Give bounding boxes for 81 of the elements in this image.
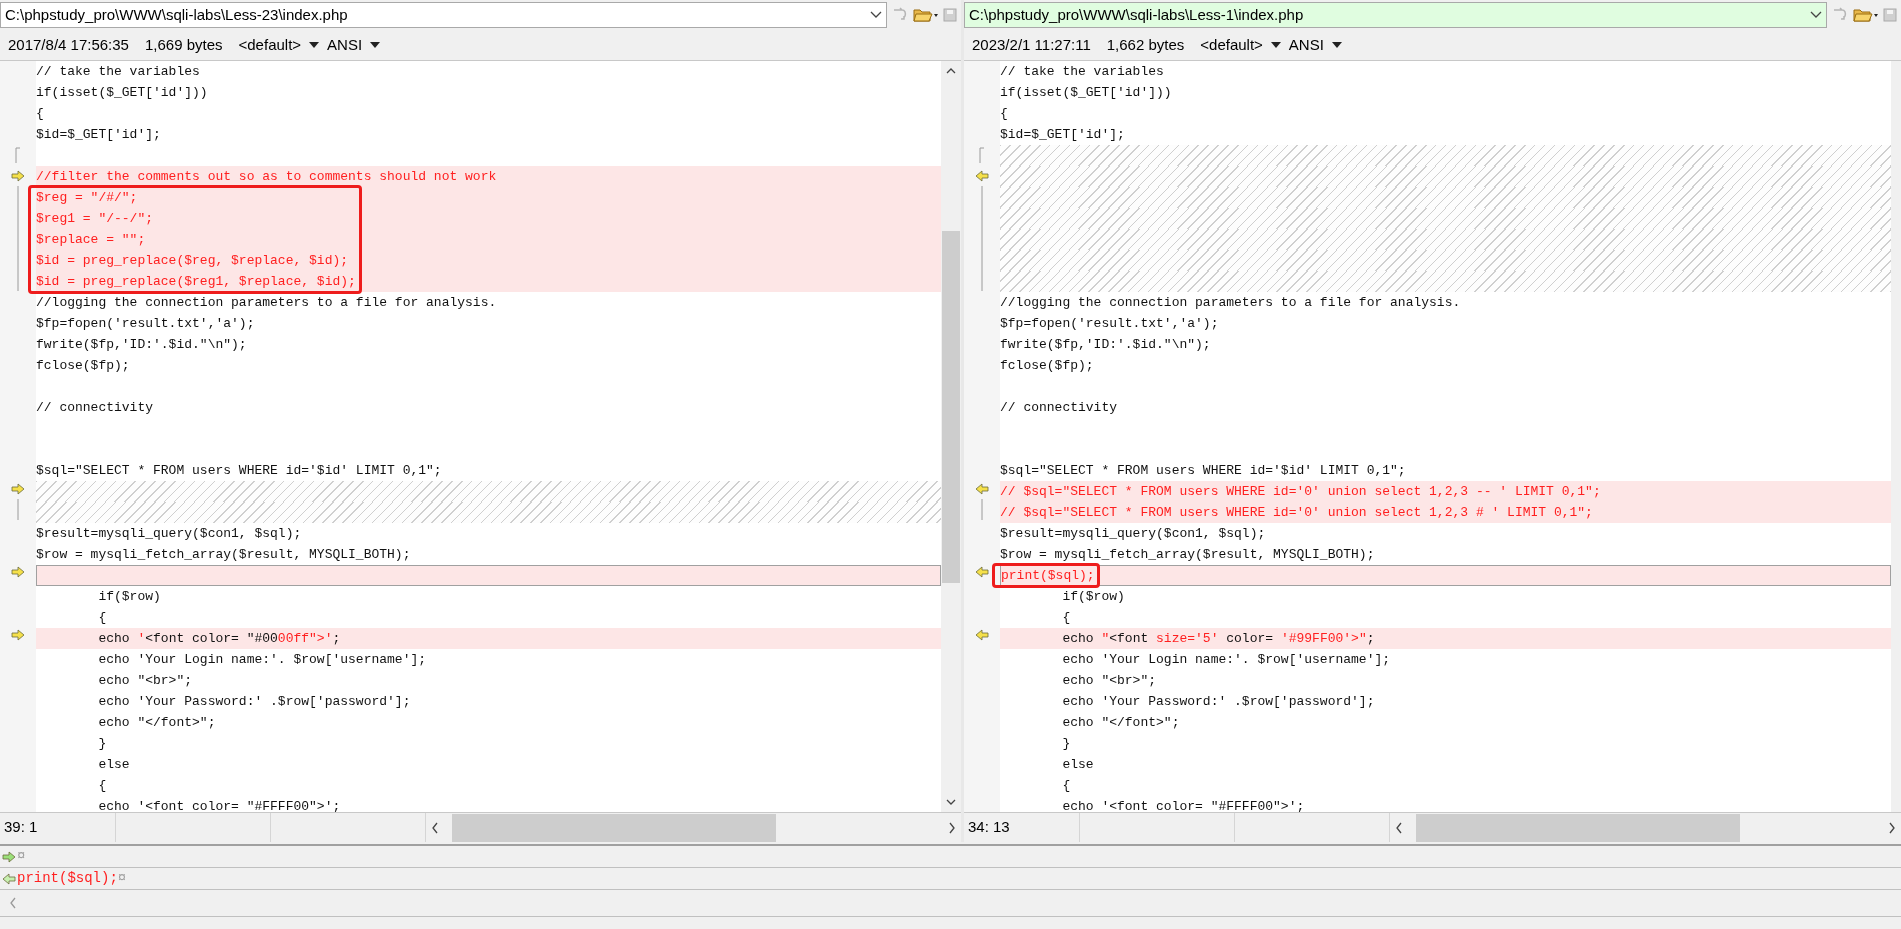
code-line: echo 'Your Login name:'. $row['username'];	[97, 651, 427, 669]
open-folder-icon[interactable]	[1853, 7, 1879, 23]
code-line: // take the variables	[1000, 63, 1164, 81]
caret-icon	[370, 42, 381, 48]
caret-icon	[1331, 42, 1342, 48]
dropdown-caret-icon[interactable]	[1810, 11, 1822, 19]
code-line: fclose($fp);	[1000, 357, 1094, 375]
scroll-right-icon[interactable]	[947, 820, 957, 835]
code-line: {	[36, 105, 44, 123]
code-line: fwrite($fp,'ID:'.$id."\n");	[36, 336, 247, 354]
code-line: $result=mysqli_query($con1, $sql);	[1000, 525, 1266, 543]
file-size: 1,662 bytes	[1106, 34, 1185, 55]
code-line: $id = preg_replace($reg, $replace, $id);	[36, 252, 349, 270]
diff-text: ¤	[17, 847, 26, 866]
code-line: $sql="SELECT * FROM users WHERE id='$id' LIMIT 0,1";	[1000, 462, 1406, 480]
code-line: {	[1061, 777, 1071, 795]
code-line: echo 'Your Login name:'. $row['username'];	[1061, 651, 1391, 669]
code-line: echo '<font color= "#FFFF00">';	[1061, 798, 1305, 812]
code-line: {	[97, 777, 107, 795]
encoding-dropdown[interactable]: ANSI	[1288, 33, 1342, 57]
code-line: else	[97, 756, 130, 774]
code-line: echo 'Your Password:' .$row['password'];	[97, 693, 411, 711]
code-line: $reg = "/#/";	[36, 189, 138, 207]
file-path-field[interactable]: C:\phpstudy_pro\WWW\sqli-labs\Less-23\index.php	[0, 2, 887, 28]
open-folder-icon[interactable]	[913, 7, 939, 23]
code-line: {	[1000, 105, 1008, 123]
encoding-dropdown[interactable]: ANSI	[327, 33, 381, 57]
code-line: //filter the comments out so as to comments should not work	[36, 168, 497, 186]
code-line: if(isset($_GET['id']))	[36, 84, 208, 102]
file-date: 2017/8/4 17:56:35	[8, 34, 129, 55]
code-line: echo "<br>";	[97, 672, 193, 690]
cursor-position: 39: 1	[0, 813, 116, 842]
code-line: echo "</font>";	[97, 714, 216, 732]
code-line: else	[1061, 756, 1094, 774]
code-line: {	[97, 609, 107, 627]
code-line: // connectivity	[36, 399, 154, 417]
codepage-dropdown[interactable]: <default>	[1200, 33, 1281, 57]
code-line: if($row)	[1061, 588, 1125, 606]
code-line: $result=mysqli_query($con1, $sql);	[36, 525, 302, 543]
code-line: $id = preg_replace($reg1, $replace, $id);	[36, 273, 356, 291]
code-line: $reg1 = "/--/";	[36, 210, 154, 228]
code-line: echo 'Your Password:' .$row['password'];	[1061, 693, 1375, 711]
code-line: $fp=fopen('result.txt','a');	[1000, 315, 1219, 333]
code-line: //logging the connection parameters to a file for analysis.	[36, 294, 497, 312]
code-line: echo '<font color= "#FFFF00">';	[97, 798, 341, 812]
caret-icon	[1270, 42, 1281, 48]
codepage-dropdown[interactable]: <default>	[238, 33, 320, 57]
code-line: $row = mysqli_fetch_array($result, MYSQLI_BOTH);	[1000, 546, 1375, 564]
code-line: echo "<br>";	[1061, 672, 1157, 690]
code-line: $id=$_GET['id'];	[36, 126, 161, 144]
file-date: 2023/2/1 11:27:11	[972, 34, 1091, 55]
code-line: {	[1061, 609, 1071, 627]
code-line: }	[97, 735, 107, 753]
code-line: fwrite($fp,'ID:'.$id."\n");	[1000, 336, 1211, 354]
code-line: // $sql="SELECT * FROM users WHERE id='0' union select 1,2,3 # ' LIMIT 0,1";	[1000, 504, 1593, 522]
cursor-position: 34: 13	[964, 813, 1080, 842]
code-line: $sql="SELECT * FROM users WHERE id='$id' LIMIT 0,1";	[36, 462, 442, 480]
code-line: }	[1061, 735, 1071, 753]
code-line: echo "</font>";	[1061, 714, 1180, 732]
code-line: print($sql);	[1001, 567, 1095, 585]
code-line: if($row)	[97, 588, 161, 606]
diff-text: print($sql);¤	[17, 869, 127, 888]
scroll-left-icon[interactable]	[1394, 820, 1404, 835]
dropdown-caret-icon[interactable]	[870, 11, 882, 19]
code-line: $replace = "";	[36, 231, 146, 249]
code-line: // connectivity	[1000, 399, 1118, 417]
code-line: $fp=fopen('result.txt','a');	[36, 315, 255, 333]
code-line: // take the variables	[36, 63, 200, 81]
code-line: echo "<font size='5' color= '#99FF00'>";	[1061, 630, 1375, 648]
code-line: $id=$_GET['id'];	[1000, 126, 1125, 144]
code-line: $row = mysqli_fetch_array($result, MYSQLI_BOTH);	[36, 546, 411, 564]
code-line: fclose($fp);	[36, 357, 130, 375]
file-size: 1,669 bytes	[144, 34, 223, 55]
code-line: // $sql="SELECT * FROM users WHERE id='0' union select 1,2,3 -- ' LIMIT 0,1";	[1000, 483, 1601, 501]
file-path-field[interactable]: C:\phpstudy_pro\WWW\sqli-labs\Less-1\index.php	[964, 2, 1827, 28]
code-line: echo '<font color= "#0000ff">';	[97, 630, 341, 648]
scroll-right-icon[interactable]	[1887, 820, 1897, 835]
caret-icon	[309, 42, 320, 48]
code-line: if(isset($_GET['id']))	[1000, 84, 1172, 102]
code-line: //logging the connection parameters to a file for analysis.	[1000, 294, 1461, 312]
scroll-left-icon[interactable]	[430, 820, 440, 835]
